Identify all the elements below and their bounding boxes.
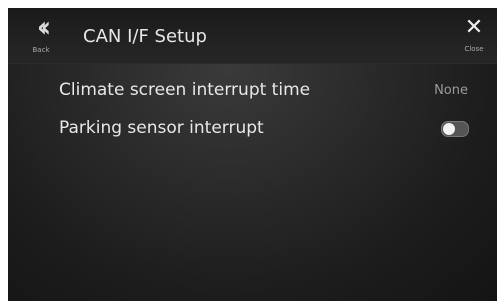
toggle-knob	[443, 123, 455, 135]
setting-row-parking-sensor[interactable]: Parking sensor interrupt	[8, 112, 497, 146]
setting-value-climate-interrupt: None	[434, 83, 468, 98]
parking-sensor-toggle[interactable]	[441, 121, 469, 137]
close-button[interactable]: ✕ Close	[459, 17, 489, 59]
double-chevron-left-icon: ‹‹	[37, 10, 51, 44]
setting-label-climate-interrupt: Climate screen interrupt time	[59, 80, 311, 100]
top-bar: ‹‹ Back CAN I/F Setup ✕ Close	[8, 8, 497, 64]
close-button-label: Close	[464, 45, 484, 53]
setting-label-parking-sensor: Parking sensor interrupt	[59, 118, 264, 138]
screen-frame: ‹‹ Back CAN I/F Setup ✕ Close Climate sc…	[8, 8, 497, 301]
back-button[interactable]: ‹‹ Back	[24, 10, 58, 57]
close-icon: ✕	[464, 15, 484, 40]
setting-row-climate-interrupt[interactable]: Climate screen interrupt time None	[8, 74, 497, 108]
back-button-label: Back	[32, 46, 50, 54]
page-title: CAN I/F Setup	[83, 26, 207, 47]
